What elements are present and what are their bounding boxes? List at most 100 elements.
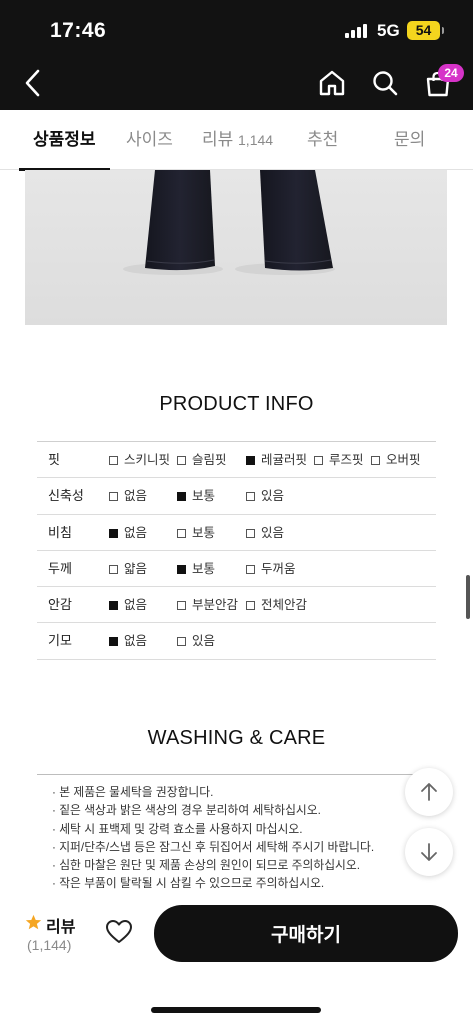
option-normal: 보통 xyxy=(177,478,215,514)
option-over: 오버핏 xyxy=(371,442,421,478)
row-label: 안감 xyxy=(48,597,72,613)
bottom-bar: 리뷰 (1,144) 구매하기 xyxy=(0,893,473,1024)
option-loose: 루즈핏 xyxy=(314,442,364,478)
option-skinny: 스키니핏 xyxy=(109,442,170,478)
list-item: · 작은 부품이 탈락될 시 삼킬 수 있으므로 주의하십시오. xyxy=(52,876,325,891)
row-label: 두께 xyxy=(48,560,72,576)
checkbox-icon xyxy=(177,528,186,538)
checkbox-icon xyxy=(177,601,186,611)
tab-inquiry[interactable]: 문의 xyxy=(394,110,425,170)
tab-review[interactable]: 리뷰 1,144 xyxy=(202,110,273,170)
list-item: · 심한 마찰은 원단 및 제품 손상의 원인이 되므로 주의하십시오. xyxy=(52,858,361,873)
tab-size[interactable]: 사이즈 xyxy=(126,110,173,170)
home-indicator xyxy=(151,1007,321,1013)
star-icon xyxy=(25,914,42,930)
info-row-stretch: 신축성 없음 보통 있음 xyxy=(37,478,436,515)
info-row-lining: 안감 없음 부분안감 전체안감 xyxy=(37,587,436,624)
option-yes: 있음 xyxy=(177,623,215,659)
heart-icon xyxy=(106,920,132,943)
tab-label: 리뷰 xyxy=(202,130,234,149)
option-full-lining: 전체안감 xyxy=(246,587,307,623)
checkbox-icon xyxy=(109,456,118,465)
top-header: 17:46 5G 54 24 xyxy=(0,0,473,110)
review-count[interactable]: (1,144) xyxy=(27,937,71,953)
checkbox-icon xyxy=(177,456,186,465)
info-row-fit: 핏 스키니핏 슬림핏 레귤러핏 루즈핏 오버핏 xyxy=(37,442,436,479)
signal-icon xyxy=(345,24,371,38)
checkbox-icon xyxy=(246,601,255,611)
back-button[interactable] xyxy=(20,68,46,98)
tab-product-info[interactable]: 상품정보 xyxy=(19,110,110,171)
jeans-hem-image xyxy=(123,170,335,275)
tab-recommend[interactable]: 추천 xyxy=(307,110,338,170)
scroll-top-button[interactable] xyxy=(405,768,453,816)
product-info-table: 핏 스키니핏 슬림핏 레귤러핏 루즈핏 오버핏 신축성 없음 보통 있음 비침 … xyxy=(37,441,436,660)
option-none: 없음 xyxy=(109,623,147,659)
chevron-left-icon xyxy=(25,69,40,97)
checkbox-icon xyxy=(246,564,255,574)
tab-review-count: 1,144 xyxy=(238,132,274,148)
checkbox-icon xyxy=(246,492,255,502)
option-yes: 있음 xyxy=(246,478,284,514)
list-item: · 본 제품은 물세탁을 권장합니다. xyxy=(52,785,214,799)
checkbox-checked-icon xyxy=(109,637,118,647)
tab-label: 추천 xyxy=(307,130,339,149)
option-none: 없음 xyxy=(109,515,147,551)
product-info-title: PRODUCT INFO xyxy=(159,393,314,415)
checkbox-checked-icon xyxy=(109,528,118,538)
checkbox-checked-icon xyxy=(177,492,186,502)
info-row-sheerness: 비침 없음 보통 있음 xyxy=(37,515,436,551)
arrow-down-icon xyxy=(421,843,437,861)
checkbox-checked-icon xyxy=(246,456,255,465)
list-item: · 짙은 색상과 밝은 색상의 경우 분리하여 세탁하십시오. xyxy=(52,803,321,818)
option-slim: 슬림핏 xyxy=(177,442,227,478)
row-label: 기모 xyxy=(48,633,72,649)
info-row-brushed: 기모 없음 있음 xyxy=(37,623,436,660)
product-tabs: 상품정보 사이즈 리뷰 1,144 추천 문의 xyxy=(0,110,473,171)
option-none: 없음 xyxy=(109,478,147,514)
checkbox-icon xyxy=(109,492,118,502)
row-label: 핏 xyxy=(48,452,60,467)
option-regular: 레귤러핏 xyxy=(246,442,307,478)
list-item: · 세탁 시 표백제 및 강력 효소를 사용하지 마십시오. xyxy=(52,821,303,836)
scrollbar[interactable] xyxy=(466,575,470,619)
battery-indicator: 54 xyxy=(407,21,444,40)
checkbox-icon xyxy=(246,528,255,538)
wishlist-button[interactable] xyxy=(105,919,133,945)
checkbox-icon xyxy=(371,456,380,465)
tab-label: 문의 xyxy=(394,130,426,149)
home-icon xyxy=(319,70,345,96)
option-none: 없음 xyxy=(109,587,147,623)
search-icon xyxy=(373,71,398,96)
tab-label: 사이즈 xyxy=(126,130,173,149)
divider xyxy=(37,774,436,775)
review-label[interactable]: 리뷰 xyxy=(46,913,75,937)
care-instructions: · 본 제품은 물세탁을 권장합니다. · 짙은 색상과 밝은 색상의 경우 분… xyxy=(52,783,432,893)
checkbox-icon xyxy=(177,637,186,647)
option-thick: 두꺼움 xyxy=(246,551,296,587)
option-partial-lining: 부분안감 xyxy=(177,587,238,623)
tab-label: 상품정보 xyxy=(33,130,96,149)
row-label: 비침 xyxy=(48,524,72,540)
option-yes: 있음 xyxy=(246,515,284,551)
option-normal: 보통 xyxy=(177,551,215,587)
checkbox-checked-icon xyxy=(109,601,118,611)
washing-care-title: WASHING & CARE xyxy=(147,727,326,749)
option-thin: 얇음 xyxy=(109,551,147,587)
checkbox-icon xyxy=(109,564,118,574)
checkbox-icon xyxy=(314,456,323,465)
search-button[interactable] xyxy=(371,69,399,97)
network-type: 5G xyxy=(377,21,400,40)
row-label: 신축성 xyxy=(48,488,84,504)
list-item: · 지퍼/단추/스냅 등은 잠그신 후 뒤집어서 세탁해 주시기 바랍니다. xyxy=(52,839,375,854)
scroll-bottom-button[interactable] xyxy=(405,828,453,876)
option-normal: 보통 xyxy=(177,515,215,551)
home-button[interactable] xyxy=(318,69,346,97)
checkbox-checked-icon xyxy=(177,564,186,574)
buy-button[interactable]: 구매하기 xyxy=(154,905,458,962)
status-time: 17:46 xyxy=(50,19,107,42)
cart-count-badge: 24 xyxy=(438,64,464,82)
arrow-up-icon xyxy=(421,783,437,801)
info-row-thickness: 두께 얇음 보통 두꺼움 xyxy=(37,551,436,588)
product-image xyxy=(25,170,447,325)
